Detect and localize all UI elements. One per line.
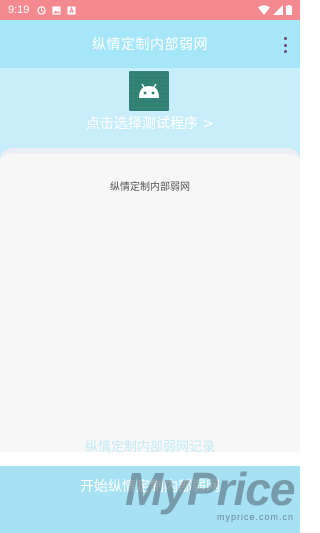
status-bar: 9:19 xyxy=(0,0,300,20)
record-link[interactable]: 纵情定制内部弱网记录 xyxy=(0,436,300,455)
card-title: 纵情定制内部弱网 xyxy=(110,182,190,193)
battery-icon xyxy=(286,5,292,15)
signal-icon xyxy=(273,5,283,15)
app-title: 纵情定制内部弱网 xyxy=(92,37,208,53)
main-card: 纵情定制内部弱网 xyxy=(0,148,300,452)
start-button[interactable]: 开始纵情定制内部弱网 xyxy=(0,466,300,533)
overflow-menu-icon[interactable] xyxy=(282,37,288,53)
clock-icon xyxy=(37,5,47,15)
select-test-app-link[interactable]: 点击选择测试程序 > xyxy=(0,113,300,133)
start-button-label: 开始纵情定制内部弱网 xyxy=(80,479,220,495)
a-icon xyxy=(67,5,76,15)
app-bar: 纵情定制内部弱网 xyxy=(0,20,300,68)
status-time: 9:19 xyxy=(8,4,30,16)
target-app-selector[interactable]: 点击选择测试程序 > xyxy=(0,68,300,158)
android-icon[interactable] xyxy=(129,71,169,111)
wifi-icon xyxy=(258,5,270,15)
image-icon xyxy=(52,5,61,15)
